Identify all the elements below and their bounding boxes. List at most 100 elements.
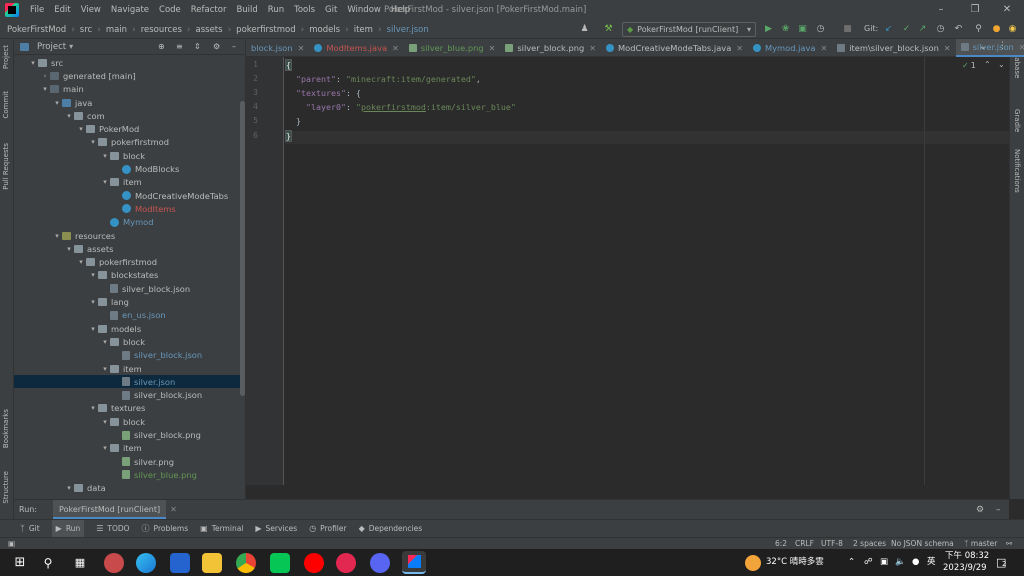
tree-item[interactable]: en_us.json xyxy=(14,309,245,322)
expand-arrow-icon[interactable]: ▾ xyxy=(76,125,86,133)
breadcrumb-item[interactable]: item xyxy=(353,25,374,35)
close-tab-icon[interactable]: ✕ xyxy=(821,44,828,53)
tree-item[interactable]: silver_block.json xyxy=(14,389,245,402)
menu-code[interactable]: Code xyxy=(154,0,186,20)
edge-browser-icon[interactable] xyxy=(136,553,156,573)
editor-tab[interactable]: item\silver_block.json ✕ xyxy=(832,39,955,57)
project-scrollbar[interactable] xyxy=(240,101,245,396)
structure-tool-button[interactable]: Structure xyxy=(2,471,10,504)
expand-arrow-icon[interactable]: › xyxy=(40,72,50,80)
expand-arrow-icon[interactable]: ▾ xyxy=(28,59,38,67)
expand-arrow-icon[interactable]: ▾ xyxy=(100,338,110,346)
search-icon[interactable]: ⚲ xyxy=(972,23,985,36)
locate-file-icon[interactable]: ⊕ xyxy=(158,42,165,51)
tree-item[interactable]: ▾ resources xyxy=(14,229,245,242)
breadcrumb-item[interactable]: src xyxy=(79,25,93,35)
debug-icon[interactable]: ❀ xyxy=(779,23,792,36)
more-icon[interactable]: ⋮ xyxy=(998,41,1007,51)
stop-icon[interactable]: ■ xyxy=(841,23,854,36)
previous-highlight-icon[interactable]: ⌃ xyxy=(984,60,991,69)
close-tab-icon[interactable]: ✕ xyxy=(736,44,743,53)
expand-arrow-icon[interactable]: ▾ xyxy=(100,365,110,373)
tree-item[interactable]: ▾ block xyxy=(14,335,245,348)
editor-tab[interactable]: ModItems.java ✕ xyxy=(309,39,403,57)
tree-item[interactable]: silver.json xyxy=(14,375,245,389)
menu-edit[interactable]: Edit xyxy=(49,0,75,20)
rollback-icon[interactable]: ↶ xyxy=(952,23,965,36)
volume-icon[interactable]: 🔈 xyxy=(895,549,906,576)
line-app-icon[interactable] xyxy=(270,553,290,573)
editor-tab[interactable]: Mymod.java ✕ xyxy=(748,39,832,57)
clock-date[interactable]: 2023/9/29 xyxy=(943,555,987,576)
todo-tool-button[interactable]: ☰ TODO xyxy=(96,524,129,533)
chevron-down-icon[interactable]: ▾ xyxy=(69,42,73,51)
minimize-button[interactable]: – xyxy=(924,0,958,20)
close-tab-icon[interactable]: ✕ xyxy=(589,44,596,53)
close-tab-icon[interactable]: ✕ xyxy=(1019,43,1024,52)
menu-view[interactable]: View xyxy=(76,0,106,20)
mic-icon[interactable]: ● xyxy=(912,549,919,576)
tree-item[interactable]: ▾ textures xyxy=(14,402,245,415)
tree-item[interactable]: › generated [main] xyxy=(14,69,245,82)
tree-item[interactable]: ▾ main xyxy=(14,83,245,96)
breadcrumb-item[interactable]: resources xyxy=(140,25,183,35)
profile-icon[interactable]: ◷ xyxy=(814,23,827,36)
file-explorer-icon[interactable] xyxy=(202,553,222,573)
expand-arrow-icon[interactable]: ▾ xyxy=(64,112,74,120)
tree-item[interactable]: ▾ data xyxy=(14,482,245,495)
tree-item[interactable]: silver_blue.png xyxy=(14,468,245,481)
tree-item[interactable]: ▾ lang xyxy=(14,295,245,308)
breadcrumb-item[interactable]: main xyxy=(105,25,128,35)
expand-arrow-icon[interactable]: ▾ xyxy=(100,152,110,160)
tree-item[interactable]: ▾ item xyxy=(14,442,245,455)
collapse-all-icon[interactable]: ≡ xyxy=(176,42,183,51)
breadcrumb-item[interactable]: assets xyxy=(195,25,224,35)
menu-navigate[interactable]: Navigate xyxy=(106,0,154,20)
expand-arrow-icon[interactable]: ▾ xyxy=(88,325,98,333)
tree-item[interactable]: ▾ PokerMod xyxy=(14,123,245,136)
tree-item[interactable]: ▾ blockstates xyxy=(14,269,245,282)
tree-item[interactable]: ▾ pokerfirstmod xyxy=(14,136,245,149)
services-tool-button[interactable]: ▶ Services xyxy=(255,524,297,533)
ime-indicator[interactable]: 英 xyxy=(927,549,936,576)
commit-tool-button[interactable]: Commit xyxy=(2,91,10,119)
tree-item[interactable]: ▾ item xyxy=(14,176,245,189)
tree-item[interactable]: Mymod xyxy=(14,216,245,229)
tree-item[interactable]: ▾ java xyxy=(14,96,245,109)
expand-arrow-icon[interactable]: ▾ xyxy=(88,271,98,279)
discord-icon[interactable] xyxy=(370,553,390,573)
editor-tab[interactable]: silver_block.png ✕ xyxy=(500,39,601,57)
notifications-tool-button[interactable]: Notifications xyxy=(1013,149,1021,193)
tree-item[interactable]: silver_block.json xyxy=(14,282,245,295)
build-hammer-icon[interactable]: ⚒ xyxy=(602,23,615,36)
tree-item[interactable]: silver_block.png xyxy=(14,428,245,441)
close-tab-icon[interactable]: ✕ xyxy=(298,44,305,53)
expand-arrow-icon[interactable]: ▾ xyxy=(52,99,62,107)
tree-item[interactable]: ▾ pokerfirstmod xyxy=(14,256,245,269)
pull-requests-tool-button[interactable]: Pull Requests xyxy=(2,143,10,190)
network-icon[interactable]: ☍ xyxy=(864,549,873,576)
close-window-button[interactable]: ✕ xyxy=(990,0,1024,20)
tree-item[interactable]: ▾ assets xyxy=(14,242,245,255)
jetbrains-avatar-icon[interactable]: ◉ xyxy=(1006,23,1019,36)
close-tab-icon[interactable]: ✕ xyxy=(944,44,951,53)
next-highlight-icon[interactable]: ⌄ xyxy=(998,60,1005,69)
menu-tools[interactable]: Tools xyxy=(289,0,320,20)
expand-arrow-icon[interactable]: ▾ xyxy=(76,258,86,266)
editor-tab[interactable]: ModCreativeModeTabs.java ✕ xyxy=(601,39,748,57)
breadcrumb-item[interactable]: pokerfirstmod xyxy=(235,25,296,35)
gear-icon[interactable]: ⚙ xyxy=(213,42,220,51)
project-panel-title[interactable]: Project xyxy=(37,42,66,52)
show-hidden-icons[interactable]: ⌃ xyxy=(848,549,855,576)
gear-icon[interactable]: ⚙ xyxy=(976,505,984,515)
paint-app-icon[interactable] xyxy=(104,553,124,573)
tree-item[interactable]: ▾ models xyxy=(14,322,245,335)
expand-arrow-icon[interactable]: ▾ xyxy=(88,298,98,306)
expand-arrow-icon[interactable]: ▾ xyxy=(88,404,98,412)
close-icon[interactable]: ✕ xyxy=(170,505,177,514)
music-app-icon[interactable] xyxy=(336,553,356,573)
task-view-icon[interactable]: ▦ xyxy=(70,553,90,573)
tree-item[interactable]: silver.png xyxy=(14,455,245,468)
inspection-ok-icon[interactable]: ✓ 1 xyxy=(962,61,976,70)
windows-start-icon[interactable]: ⊞ xyxy=(10,553,30,573)
